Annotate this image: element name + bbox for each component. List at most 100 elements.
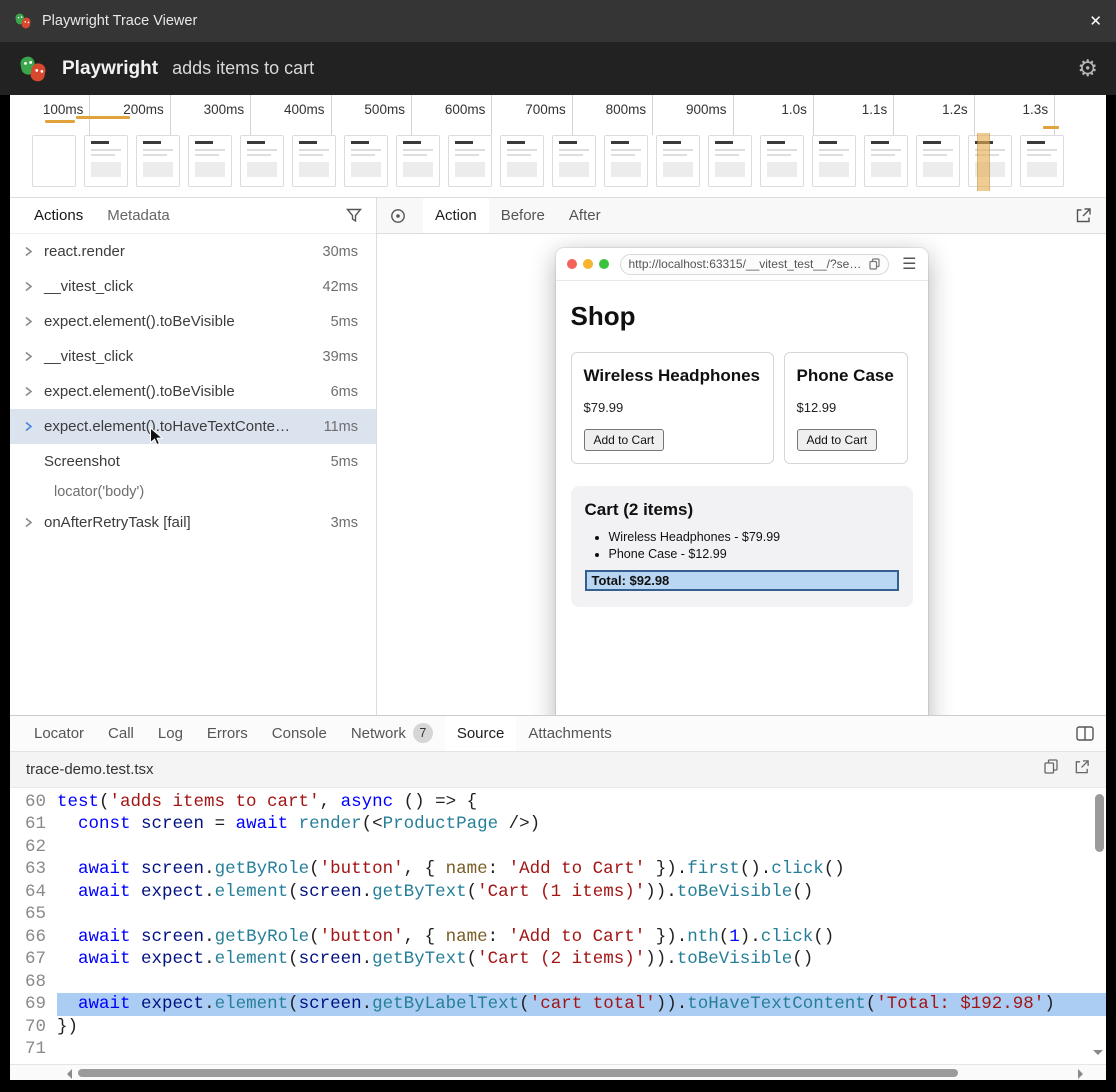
vertical-scrollbar-thumb[interactable] xyxy=(1095,794,1104,852)
timeline-thumbnail[interactable] xyxy=(136,135,180,187)
code-line[interactable]: 60test('adds items to cart', async () =>… xyxy=(10,791,1106,814)
action-row[interactable]: react.render30ms xyxy=(10,234,376,269)
code-line[interactable]: 67 await expect.element(screen.getByText… xyxy=(10,948,1106,971)
tab-attachments[interactable]: Attachments xyxy=(516,716,623,751)
source-code-view[interactable]: 60test('adds items to cart', async () =>… xyxy=(10,788,1106,1064)
code-token: first xyxy=(687,859,740,879)
add-to-cart-button[interactable]: Add to Cart xyxy=(584,429,665,451)
timeline-thumbnail[interactable] xyxy=(656,135,700,187)
open-source-external-icon[interactable] xyxy=(1074,759,1090,779)
action-row[interactable]: expect.element().toHaveTextConte…11ms xyxy=(10,409,376,444)
timeline-thumbnail[interactable] xyxy=(1020,135,1064,187)
timeline-thumbnail[interactable] xyxy=(292,135,336,187)
timeline-thumbnail[interactable] xyxy=(864,135,908,187)
timeline-thumbnail[interactable] xyxy=(396,135,440,187)
tab-before[interactable]: Before xyxy=(489,198,557,233)
action-row[interactable]: onAfterRetryTask [fail]3ms xyxy=(10,505,376,540)
line-number: 68 xyxy=(10,971,57,994)
code-token: ( xyxy=(309,927,320,947)
tab-metadata[interactable]: Metadata xyxy=(95,198,182,233)
scroll-left-arrow-icon[interactable] xyxy=(62,1069,72,1079)
tab-network[interactable]: Network7 xyxy=(339,716,445,751)
code-content xyxy=(57,1038,1106,1061)
main-split: ActionsMetadata react.render30ms__vitest… xyxy=(10,198,1106,715)
tab-actions[interactable]: Actions xyxy=(22,198,95,233)
timeline-tick-label: 700ms xyxy=(492,95,572,135)
code-line[interactable]: 66 await screen.getByRole('button', { na… xyxy=(10,926,1106,949)
horizontal-scrollbar[interactable] xyxy=(10,1064,1106,1080)
timeline-selection-band[interactable] xyxy=(977,133,990,191)
line-number: 64 xyxy=(10,881,57,904)
code-line[interactable]: 69 await expect.element(screen.getByLabe… xyxy=(10,993,1106,1016)
layout-columns-icon[interactable] xyxy=(1076,716,1094,751)
timeline-thumbnail[interactable] xyxy=(32,135,76,187)
filter-icon[interactable] xyxy=(346,208,362,223)
timeline-thumbnail[interactable] xyxy=(968,135,1012,187)
timeline-action-marker xyxy=(45,120,75,123)
timeline[interactable]: 100ms200ms300ms400ms500ms600ms700ms800ms… xyxy=(10,95,1106,198)
snapshot-panel: ActionBeforeAfter http://localhost:63315… xyxy=(377,198,1106,715)
add-to-cart-button[interactable]: Add to Cart xyxy=(797,429,878,451)
action-row[interactable]: expect.element().toBeVisible6ms xyxy=(10,374,376,409)
tab-label: Call xyxy=(108,725,134,742)
code-line[interactable]: 62 xyxy=(10,836,1106,859)
action-row[interactable]: Screenshot5ms xyxy=(10,444,376,479)
timeline-thumbnail[interactable] xyxy=(812,135,856,187)
code-line[interactable]: 64 await expect.element(screen.getByText… xyxy=(10,881,1106,904)
gear-icon[interactable]: ⚙ xyxy=(1077,57,1098,80)
browser-menu-icon[interactable]: ☰ xyxy=(902,254,916,274)
scroll-down-arrow-icon[interactable] xyxy=(1093,1050,1103,1060)
vertical-scrollbar[interactable] xyxy=(1093,788,1106,1064)
scroll-right-arrow-icon[interactable] xyxy=(1078,1069,1088,1079)
close-icon[interactable]: ✕ xyxy=(1089,12,1102,30)
code-line[interactable]: 68 xyxy=(10,971,1106,994)
code-line[interactable]: 65 xyxy=(10,903,1106,926)
code-line[interactable]: 71 xyxy=(10,1038,1106,1061)
pick-locator-icon[interactable] xyxy=(389,207,407,225)
tab-locator[interactable]: Locator xyxy=(22,716,96,751)
line-number: 60 xyxy=(10,791,57,814)
code-token: )). xyxy=(645,882,677,902)
code-token: ( xyxy=(288,994,299,1014)
tab-source[interactable]: Source xyxy=(445,716,517,751)
timeline-thumbnail[interactable] xyxy=(916,135,960,187)
tab-errors[interactable]: Errors xyxy=(195,716,260,751)
timeline-thumbnail[interactable] xyxy=(760,135,804,187)
tab-log[interactable]: Log xyxy=(146,716,195,751)
code-token: expect xyxy=(141,882,204,902)
tab-after[interactable]: After xyxy=(557,198,613,233)
code-content: await expect.element(screen.getByText('C… xyxy=(57,948,1106,971)
tab-action[interactable]: Action xyxy=(423,198,489,233)
action-row[interactable]: expect.element().toBeVisible5ms xyxy=(10,304,376,339)
code-line[interactable]: 61 const screen = await render(<ProductP… xyxy=(10,813,1106,836)
code-token: screen xyxy=(141,814,204,834)
timeline-filmstrip[interactable] xyxy=(10,135,1106,187)
action-duration: 42ms xyxy=(323,279,376,295)
timeline-thumbnail[interactable] xyxy=(84,135,128,187)
action-duration: 5ms xyxy=(331,454,376,470)
code-content xyxy=(57,836,1106,859)
timeline-thumbnail[interactable] xyxy=(448,135,492,187)
timeline-thumbnail[interactable] xyxy=(240,135,284,187)
code-token: screen xyxy=(299,949,362,969)
action-row[interactable]: __vitest_click42ms xyxy=(10,269,376,304)
timeline-thumbnail[interactable] xyxy=(500,135,544,187)
tab-console[interactable]: Console xyxy=(260,716,339,751)
code-line[interactable]: 70}) xyxy=(10,1016,1106,1039)
copy-url-icon[interactable] xyxy=(869,258,880,270)
tab-call[interactable]: Call xyxy=(96,716,146,751)
copy-source-icon[interactable] xyxy=(1044,759,1058,779)
timeline-thumbnail[interactable] xyxy=(188,135,232,187)
snapshot-browser-window: http://localhost:63315/__vitest_test__/?… xyxy=(556,248,928,715)
open-external-icon[interactable] xyxy=(1075,207,1092,224)
horizontal-scrollbar-thumb[interactable] xyxy=(78,1069,958,1077)
code-token: getByText xyxy=(372,882,467,902)
timeline-thumbnail[interactable] xyxy=(708,135,752,187)
address-bar[interactable]: http://localhost:63315/__vitest_test__/?… xyxy=(620,254,890,275)
code-line[interactable]: 63 await screen.getByRole('button', { na… xyxy=(10,858,1106,881)
action-locator-subrow[interactable]: locator('body') xyxy=(10,479,376,505)
timeline-thumbnail[interactable] xyxy=(604,135,648,187)
timeline-thumbnail[interactable] xyxy=(344,135,388,187)
timeline-thumbnail[interactable] xyxy=(552,135,596,187)
action-row[interactable]: __vitest_click39ms xyxy=(10,339,376,374)
